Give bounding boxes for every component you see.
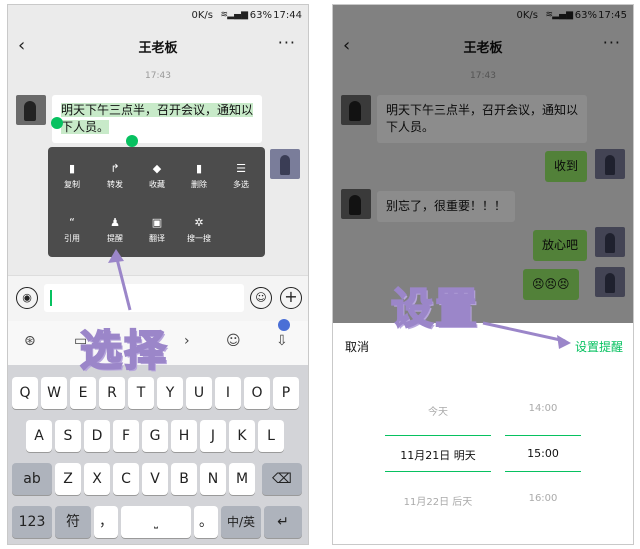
phone-left: 0K/s ≋ ▂▄▆ 63% 17:44 ‹ 王老板 ··· 17:43 明天下… <box>7 4 309 545</box>
annotation-arrow <box>108 249 132 311</box>
phone-right: 0K/s ≋ ▂▄▆ 63% 17:45 ‹ 王老板 ··· 17:43 明天下… <box>332 4 634 545</box>
annotation-arrow <box>482 321 571 349</box>
annotation-set: 设置 <box>390 283 480 334</box>
annotation-select: 选择 <box>79 325 169 376</box>
